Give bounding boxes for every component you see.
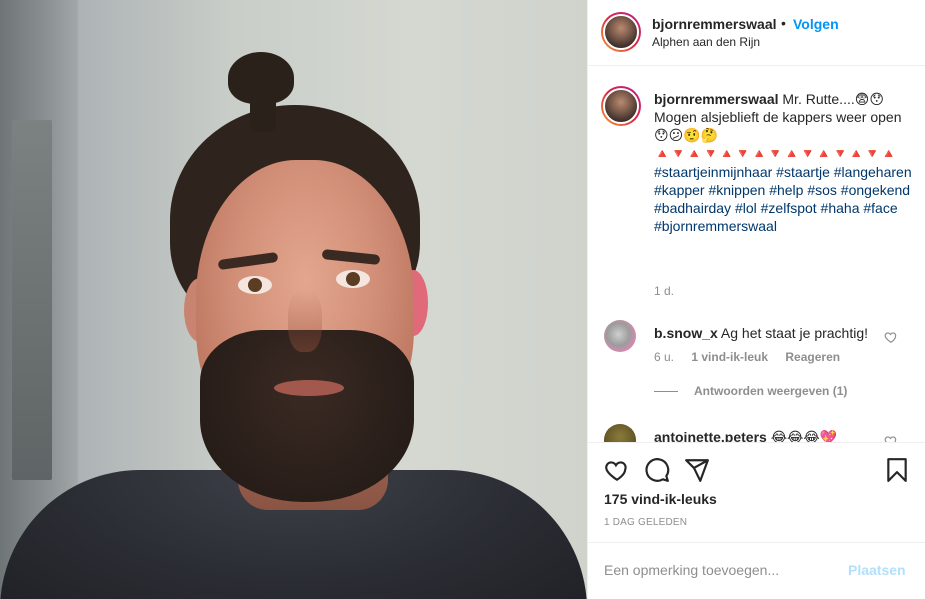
instagram-post: bjornremmerswaal • Volgen Alphen aan den…	[0, 0, 925, 599]
comment-username[interactable]: b.snow_x	[654, 325, 718, 341]
photo-door	[12, 120, 52, 480]
post-side-panel: bjornremmerswaal • Volgen Alphen aan den…	[587, 0, 925, 599]
comment-likes[interactable]: 1 vind-ik-leuk	[691, 350, 768, 364]
photo-nose	[288, 290, 322, 352]
post-location[interactable]: Alphen aan den Rijn	[652, 35, 760, 49]
add-comment-bar: Plaatsen	[588, 542, 925, 599]
comment-username[interactable]: antoinette.peters	[654, 429, 767, 442]
comment-avatar[interactable]	[604, 320, 636, 352]
like-heart-icon[interactable]	[604, 457, 630, 483]
author-avatar[interactable]	[601, 12, 641, 52]
comment-body: 😂😂😂💖	[770, 429, 838, 442]
follow-button[interactable]: Volgen	[793, 16, 839, 32]
view-replies-button[interactable]: Antwoorden weergeven (1)	[654, 384, 847, 398]
comment-input[interactable]	[604, 559, 834, 581]
post-comment-button[interactable]: Plaatsen	[848, 562, 906, 578]
heart-icon[interactable]	[884, 330, 898, 344]
post-date[interactable]: 1 DAG GELEDEN	[604, 517, 687, 528]
caption-time[interactable]: 1 d.	[654, 284, 674, 298]
caption-username[interactable]: bjornremmerswaal	[654, 91, 779, 107]
photo-hair-bun	[228, 52, 294, 104]
comment-time[interactable]: 6 u.	[654, 350, 674, 364]
comment-text: antoinette.peters 😂😂😂💖	[654, 428, 894, 442]
caption-hashtags[interactable]: #staartjeinmijnhaar #staartje #langehare…	[654, 164, 912, 234]
post-header: bjornremmerswaal • Volgen Alphen aan den…	[588, 0, 925, 66]
reply-button[interactable]: Reageren	[785, 350, 840, 364]
comment-text: b.snow_x Ag het staat je prachtig!	[654, 324, 894, 342]
caption-triangles: 🔺🔻🔺🔻🔺🔻🔺🔻🔺🔻🔺🔻🔺🔻🔺	[654, 146, 897, 161]
post-photo[interactable]	[0, 0, 587, 599]
author-username[interactable]: bjornremmerswaal	[652, 16, 777, 32]
comments-list[interactable]: bjornremmerswaal Mr. Rutte....😨😯 Mogen a…	[588, 66, 925, 442]
photo-beard	[200, 330, 414, 502]
share-paper-plane-icon[interactable]	[684, 457, 710, 483]
photo-lips	[274, 380, 344, 396]
photo-eye-left	[238, 276, 272, 294]
separator-dot: •	[781, 15, 786, 31]
caption-line2: Mogen alsjeblieft de kappers weer open 😯…	[654, 109, 902, 143]
bookmark-icon[interactable]	[884, 457, 910, 483]
caption-line1: Mr. Rutte....😨😯	[782, 91, 884, 107]
post-actions: 175 vind-ik-leuks 1 DAG GELEDEN	[588, 442, 925, 542]
heart-icon[interactable]	[884, 434, 898, 442]
comment-meta: 6 u. 1 vind-ik-leuk Reageren	[654, 350, 854, 364]
photo-eye-right	[336, 270, 370, 288]
view-replies-label: Antwoorden weergeven (1)	[694, 384, 848, 398]
comment-avatar[interactable]	[604, 424, 636, 442]
comment-body: Ag het staat je prachtig!	[720, 325, 869, 341]
caption-text: bjornremmerswaal Mr. Rutte....😨😯 Mogen a…	[654, 90, 916, 235]
comment-bubble-icon[interactable]	[644, 457, 670, 483]
caption-avatar[interactable]	[601, 86, 641, 126]
replies-line	[654, 391, 678, 393]
likes-count[interactable]: 175 vind-ik-leuks	[604, 491, 717, 507]
